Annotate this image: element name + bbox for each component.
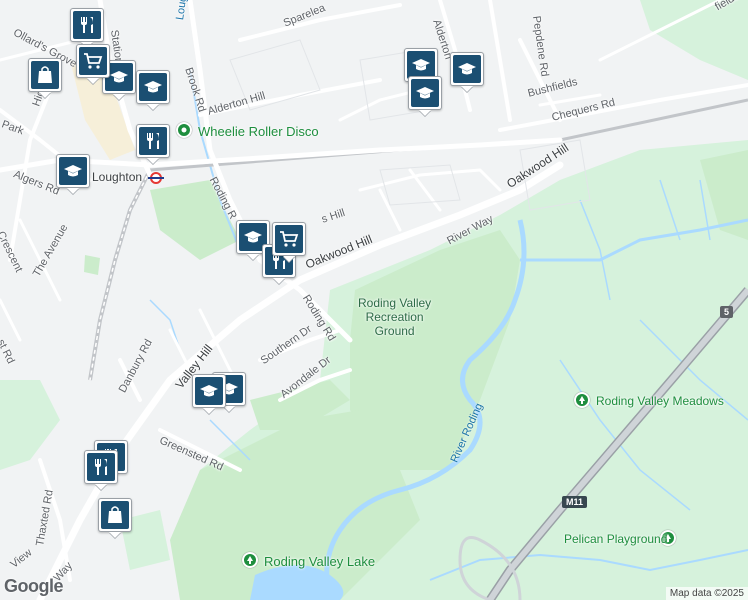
shopping-cart-icon [84, 53, 103, 69]
restaurant-icon [81, 17, 93, 33]
google-logo: Google [4, 576, 64, 596]
tube-station-icon[interactable] [148, 172, 164, 184]
map-canvas[interactable]: Oakwood Hill Oakwood Hill River Way Rodi… [0, 0, 748, 600]
school-marker[interactable] [136, 70, 170, 110]
roller-disco-label[interactable]: Wheelie Roller Disco [198, 124, 319, 139]
restaurant-icon [147, 133, 159, 149]
school-icon [416, 87, 434, 99]
school-icon [200, 385, 218, 397]
restaurant-icon [95, 459, 107, 475]
shopping-marker[interactable] [272, 222, 306, 262]
recreation-ground-line-2: Recreation [365, 310, 424, 324]
recreation-ground-line-3: Ground [374, 324, 415, 338]
roller-disco-pin-icon[interactable] [176, 122, 192, 138]
lake-pin-icon[interactable] [242, 552, 258, 568]
restaurant-marker[interactable] [136, 124, 170, 164]
playground-label[interactable]: Pelican Playground [564, 532, 667, 546]
recreation-ground-line-1: Roding Valley [358, 296, 432, 310]
school-icon [244, 231, 262, 243]
recreation-ground-label[interactable]: Roding Valley Recreation Ground [358, 296, 431, 338]
park-pin-icon[interactable] [574, 392, 590, 408]
school-icon [458, 63, 476, 75]
shopping-marker[interactable] [76, 44, 110, 84]
map-attribution[interactable]: Map data ©2025 [665, 587, 748, 600]
restaurant-marker[interactable] [84, 450, 118, 490]
shopping-bag-icon [108, 506, 122, 523]
lake-label[interactable]: Roding Valley Lake [264, 554, 375, 569]
school-icon [64, 165, 82, 177]
school-marker[interactable] [192, 374, 226, 414]
school-marker[interactable] [56, 154, 90, 194]
shopping-cart-icon [280, 231, 299, 247]
school-marker[interactable] [408, 76, 442, 116]
m11-junction-shield: 5 [720, 306, 734, 318]
school-icon [144, 81, 162, 93]
restaurant-marker[interactable] [70, 8, 104, 48]
school-icon [412, 59, 430, 71]
school-marker[interactable] [450, 52, 484, 92]
meadows-label[interactable]: Roding Valley Meadows [596, 394, 724, 408]
m11-shield: M11 [562, 496, 588, 508]
shopping-bag-marker[interactable] [28, 58, 62, 98]
school-icon [110, 71, 128, 83]
loughton-station-label[interactable]: Loughton [92, 170, 142, 184]
shopping-bag-icon [38, 66, 52, 83]
shopping-bag-marker[interactable] [98, 498, 132, 538]
